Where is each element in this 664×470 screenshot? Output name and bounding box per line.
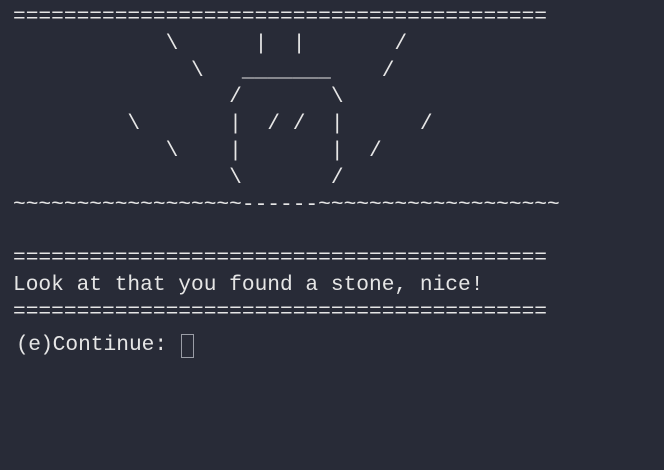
prompt-label: Continue: (52, 333, 180, 358)
ascii-art-line: \ / (13, 165, 344, 190)
message-line: Look at that you found a stone, nice! (13, 272, 484, 297)
ascii-art-line: \ | | / (13, 31, 408, 56)
ascii-art-water-line: ~~~~~~~~~~~~~~~~~~------~~~~~~~~~~~~~~~~… (13, 192, 560, 217)
separator-line: ========================================… (13, 299, 548, 324)
terminal-input-cursor[interactable] (180, 333, 194, 358)
ascii-art-line: / \ (13, 85, 344, 110)
continue-prompt: (e) Continue: (13, 330, 664, 362)
ascii-art-line: \ _______ / (13, 58, 395, 83)
ascii-art-line: \ | | / (13, 138, 382, 163)
terminal-output: ========================================… (13, 4, 664, 326)
separator-line: ========================================… (13, 246, 548, 271)
terminal-window: ========================================… (0, 0, 664, 470)
prompt-key: (e) (16, 333, 53, 358)
separator-line: ========================================… (13, 5, 548, 29)
ascii-art-line: \ | / / | / (13, 112, 433, 137)
